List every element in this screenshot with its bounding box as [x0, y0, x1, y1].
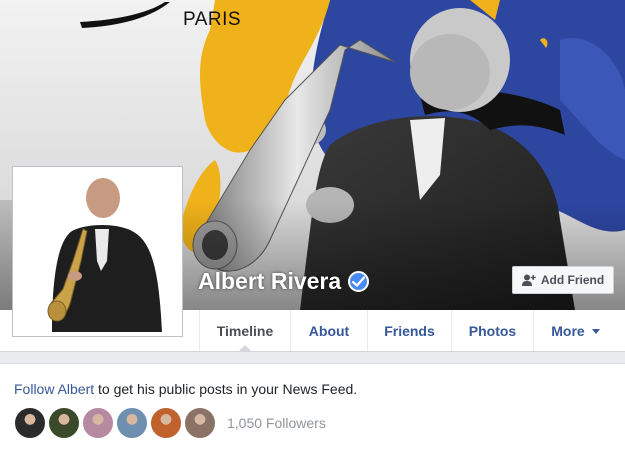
follow-prompt-text: to get his public posts in your News Fee…: [94, 381, 358, 397]
tab-about[interactable]: About: [290, 310, 367, 351]
profile-name[interactable]: Albert Rivera: [198, 268, 370, 295]
add-friend-button[interactable]: Add Friend: [512, 266, 614, 294]
follower-avatar[interactable]: [184, 407, 216, 439]
follower-count[interactable]: 1,050 Followers: [227, 415, 326, 431]
tab-timeline-label: Timeline: [216, 322, 274, 339]
add-friend-label: Add Friend: [540, 273, 605, 287]
tab-photos[interactable]: Photos: [451, 310, 533, 351]
add-friend-icon: [521, 274, 536, 286]
followers-row: 1,050 Followers: [14, 406, 326, 440]
follow-link[interactable]: Follow Albert: [14, 381, 94, 397]
tab-friends[interactable]: Friends: [367, 310, 451, 351]
profile-picture[interactable]: [12, 166, 183, 337]
brand-logo-text: PARIS: [183, 9, 242, 30]
follower-avatar[interactable]: [82, 407, 114, 439]
follower-avatar[interactable]: [150, 407, 182, 439]
follow-prompt: Follow Albert to get his public posts in…: [14, 381, 357, 397]
tab-friends-label: Friends: [384, 322, 435, 339]
tab-more-label: More: [551, 322, 585, 339]
tab-timeline[interactable]: Timeline: [199, 310, 290, 352]
chevron-down-icon: [591, 329, 600, 334]
follower-avatar[interactable]: [48, 407, 80, 439]
tab-about-label: About: [308, 322, 350, 339]
tab-photos-label: Photos: [468, 322, 517, 339]
follower-avatar[interactable]: [116, 407, 148, 439]
tab-more[interactable]: More: [533, 310, 617, 351]
follow-card: Follow Albert to get his public posts in…: [0, 363, 625, 455]
profile-picture-image: [17, 171, 178, 332]
verified-badge-icon: [348, 271, 370, 292]
profile-name-text: Albert Rivera: [198, 268, 342, 294]
follower-avatar[interactable]: [14, 407, 46, 439]
